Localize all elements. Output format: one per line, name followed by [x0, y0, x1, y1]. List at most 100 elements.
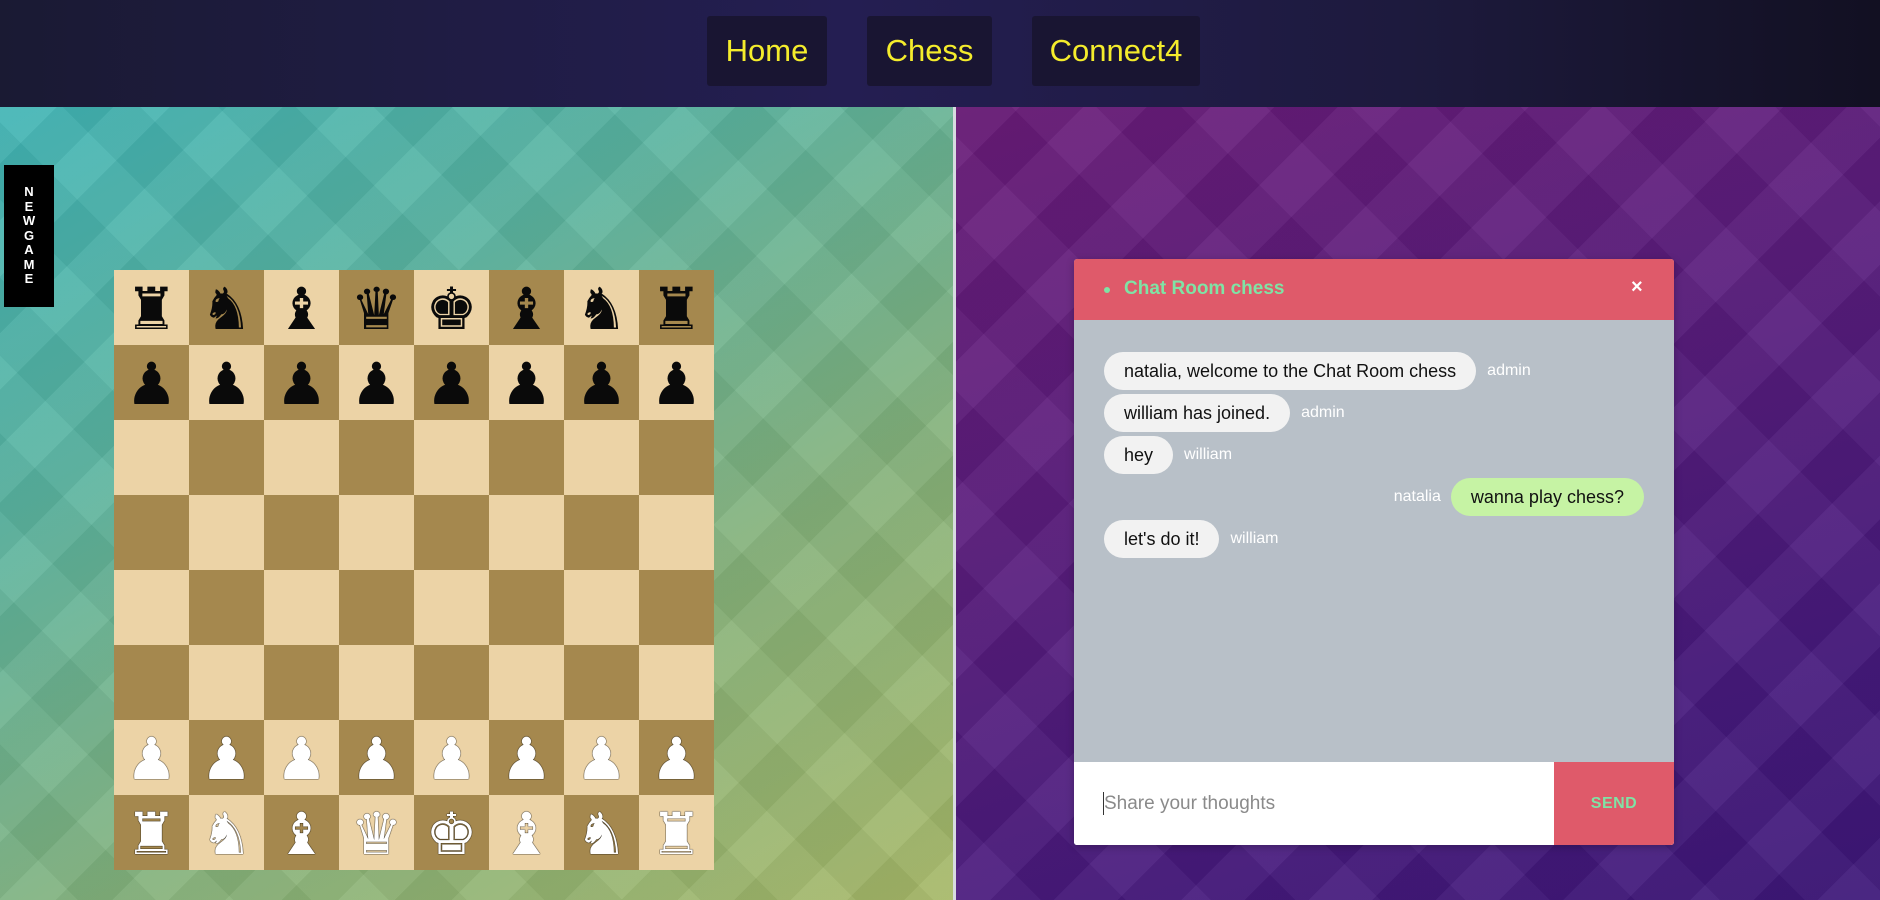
white-knight-icon[interactable]: ♞ — [201, 805, 253, 863]
square-a5[interactable] — [114, 495, 189, 570]
white-rook-icon[interactable]: ♜ — [126, 805, 178, 863]
black-bishop-icon[interactable]: ♝ — [501, 280, 553, 338]
white-pawn-icon[interactable]: ♟ — [576, 730, 628, 788]
square-c2[interactable]: ♟ — [264, 720, 339, 795]
square-d8[interactable]: ♛ — [339, 270, 414, 345]
square-c6[interactable] — [264, 420, 339, 495]
black-pawn-icon[interactable]: ♟ — [576, 355, 628, 413]
nav-connect4-button[interactable]: Connect4 — [1032, 16, 1200, 86]
square-g8[interactable]: ♞ — [564, 270, 639, 345]
square-d1[interactable]: ♛ — [339, 795, 414, 870]
black-pawn-icon[interactable]: ♟ — [201, 355, 253, 413]
square-h4[interactable] — [639, 570, 714, 645]
message-input[interactable] — [1074, 762, 1554, 845]
square-f2[interactable]: ♟ — [489, 720, 564, 795]
square-f4[interactable] — [489, 570, 564, 645]
square-g4[interactable] — [564, 570, 639, 645]
square-b8[interactable]: ♞ — [189, 270, 264, 345]
white-bishop-icon[interactable]: ♝ — [501, 805, 553, 863]
nav-home-button[interactable]: Home — [707, 16, 827, 86]
square-b7[interactable]: ♟ — [189, 345, 264, 420]
black-rook-icon[interactable]: ♜ — [651, 280, 703, 338]
square-d7[interactable]: ♟ — [339, 345, 414, 420]
square-d6[interactable] — [339, 420, 414, 495]
square-a1[interactable]: ♜ — [114, 795, 189, 870]
square-e6[interactable] — [414, 420, 489, 495]
square-g6[interactable] — [564, 420, 639, 495]
nav-chess-button[interactable]: Chess — [867, 16, 992, 86]
square-b4[interactable] — [189, 570, 264, 645]
square-a4[interactable] — [114, 570, 189, 645]
square-h8[interactable]: ♜ — [639, 270, 714, 345]
black-pawn-icon[interactable]: ♟ — [651, 355, 703, 413]
square-b2[interactable]: ♟ — [189, 720, 264, 795]
white-pawn-icon[interactable]: ♟ — [351, 730, 403, 788]
square-e3[interactable] — [414, 645, 489, 720]
square-a8[interactable]: ♜ — [114, 270, 189, 345]
white-pawn-icon[interactable]: ♟ — [126, 730, 178, 788]
square-e2[interactable]: ♟ — [414, 720, 489, 795]
black-bishop-icon[interactable]: ♝ — [276, 280, 328, 338]
white-knight-icon[interactable]: ♞ — [576, 805, 628, 863]
square-g3[interactable] — [564, 645, 639, 720]
white-pawn-icon[interactable]: ♟ — [426, 730, 478, 788]
square-f5[interactable] — [489, 495, 564, 570]
black-pawn-icon[interactable]: ♟ — [276, 355, 328, 413]
send-button[interactable]: SEND — [1554, 762, 1674, 845]
square-c5[interactable] — [264, 495, 339, 570]
close-chat-button[interactable]: × — [1631, 276, 1643, 299]
white-queen-icon[interactable]: ♛ — [351, 805, 403, 863]
square-b6[interactable] — [189, 420, 264, 495]
square-h1[interactable]: ♜ — [639, 795, 714, 870]
white-pawn-icon[interactable]: ♟ — [651, 730, 703, 788]
square-d4[interactable] — [339, 570, 414, 645]
square-b3[interactable] — [189, 645, 264, 720]
square-g5[interactable] — [564, 495, 639, 570]
square-c7[interactable]: ♟ — [264, 345, 339, 420]
square-e4[interactable] — [414, 570, 489, 645]
square-f3[interactable] — [489, 645, 564, 720]
black-pawn-icon[interactable]: ♟ — [351, 355, 403, 413]
square-g1[interactable]: ♞ — [564, 795, 639, 870]
black-knight-icon[interactable]: ♞ — [576, 280, 628, 338]
square-e8[interactable]: ♚ — [414, 270, 489, 345]
black-pawn-icon[interactable]: ♟ — [126, 355, 178, 413]
square-f7[interactable]: ♟ — [489, 345, 564, 420]
square-f1[interactable]: ♝ — [489, 795, 564, 870]
square-c1[interactable]: ♝ — [264, 795, 339, 870]
square-d5[interactable] — [339, 495, 414, 570]
square-f6[interactable] — [489, 420, 564, 495]
black-pawn-icon[interactable]: ♟ — [426, 355, 478, 413]
black-queen-icon[interactable]: ♛ — [351, 280, 403, 338]
square-c4[interactable] — [264, 570, 339, 645]
square-g7[interactable]: ♟ — [564, 345, 639, 420]
square-h2[interactable]: ♟ — [639, 720, 714, 795]
square-e7[interactable]: ♟ — [414, 345, 489, 420]
white-bishop-icon[interactable]: ♝ — [276, 805, 328, 863]
square-h5[interactable] — [639, 495, 714, 570]
square-g2[interactable]: ♟ — [564, 720, 639, 795]
square-e1[interactable]: ♚ — [414, 795, 489, 870]
square-a3[interactable] — [114, 645, 189, 720]
white-pawn-icon[interactable]: ♟ — [201, 730, 253, 788]
black-rook-icon[interactable]: ♜ — [126, 280, 178, 338]
black-knight-icon[interactable]: ♞ — [201, 280, 253, 338]
square-a6[interactable] — [114, 420, 189, 495]
square-h3[interactable] — [639, 645, 714, 720]
white-rook-icon[interactable]: ♜ — [651, 805, 703, 863]
square-b5[interactable] — [189, 495, 264, 570]
square-e5[interactable] — [414, 495, 489, 570]
black-pawn-icon[interactable]: ♟ — [501, 355, 553, 413]
black-king-icon[interactable]: ♚ — [426, 280, 478, 338]
white-pawn-icon[interactable]: ♟ — [276, 730, 328, 788]
white-pawn-icon[interactable]: ♟ — [501, 730, 553, 788]
square-a7[interactable]: ♟ — [114, 345, 189, 420]
square-d2[interactable]: ♟ — [339, 720, 414, 795]
square-c8[interactable]: ♝ — [264, 270, 339, 345]
new-game-button[interactable]: NEW GAME — [4, 165, 54, 307]
square-h6[interactable] — [639, 420, 714, 495]
square-a2[interactable]: ♟ — [114, 720, 189, 795]
square-b1[interactable]: ♞ — [189, 795, 264, 870]
square-f8[interactable]: ♝ — [489, 270, 564, 345]
square-c3[interactable] — [264, 645, 339, 720]
